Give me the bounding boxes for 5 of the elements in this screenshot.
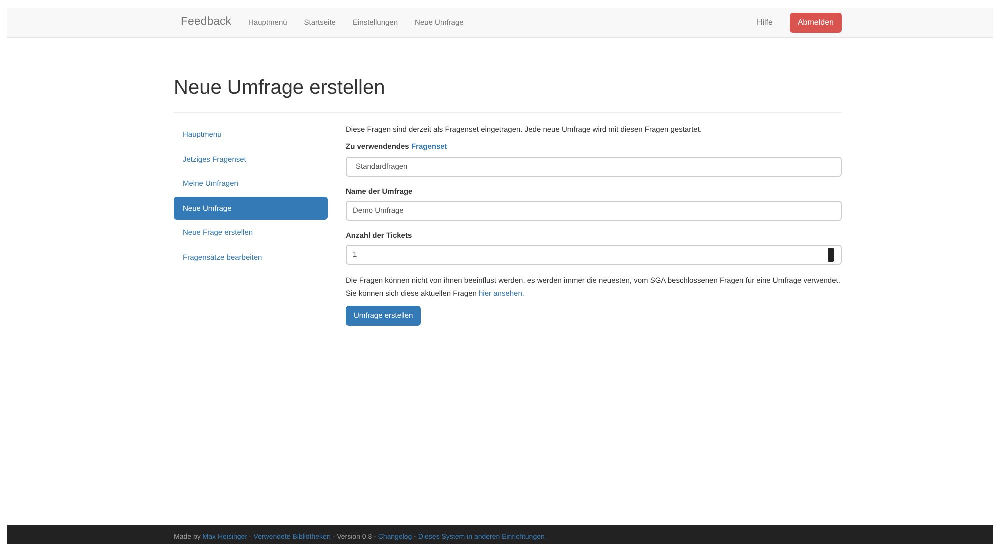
logout-button[interactable]: Abmelden	[790, 12, 842, 32]
brand-link[interactable]: Feedback	[181, 14, 232, 32]
help-link[interactable]: Hilfe	[756, 16, 773, 28]
spinner-icon[interactable]	[828, 248, 834, 262]
page-title: Neue Umfrage erstellen	[174, 76, 386, 101]
